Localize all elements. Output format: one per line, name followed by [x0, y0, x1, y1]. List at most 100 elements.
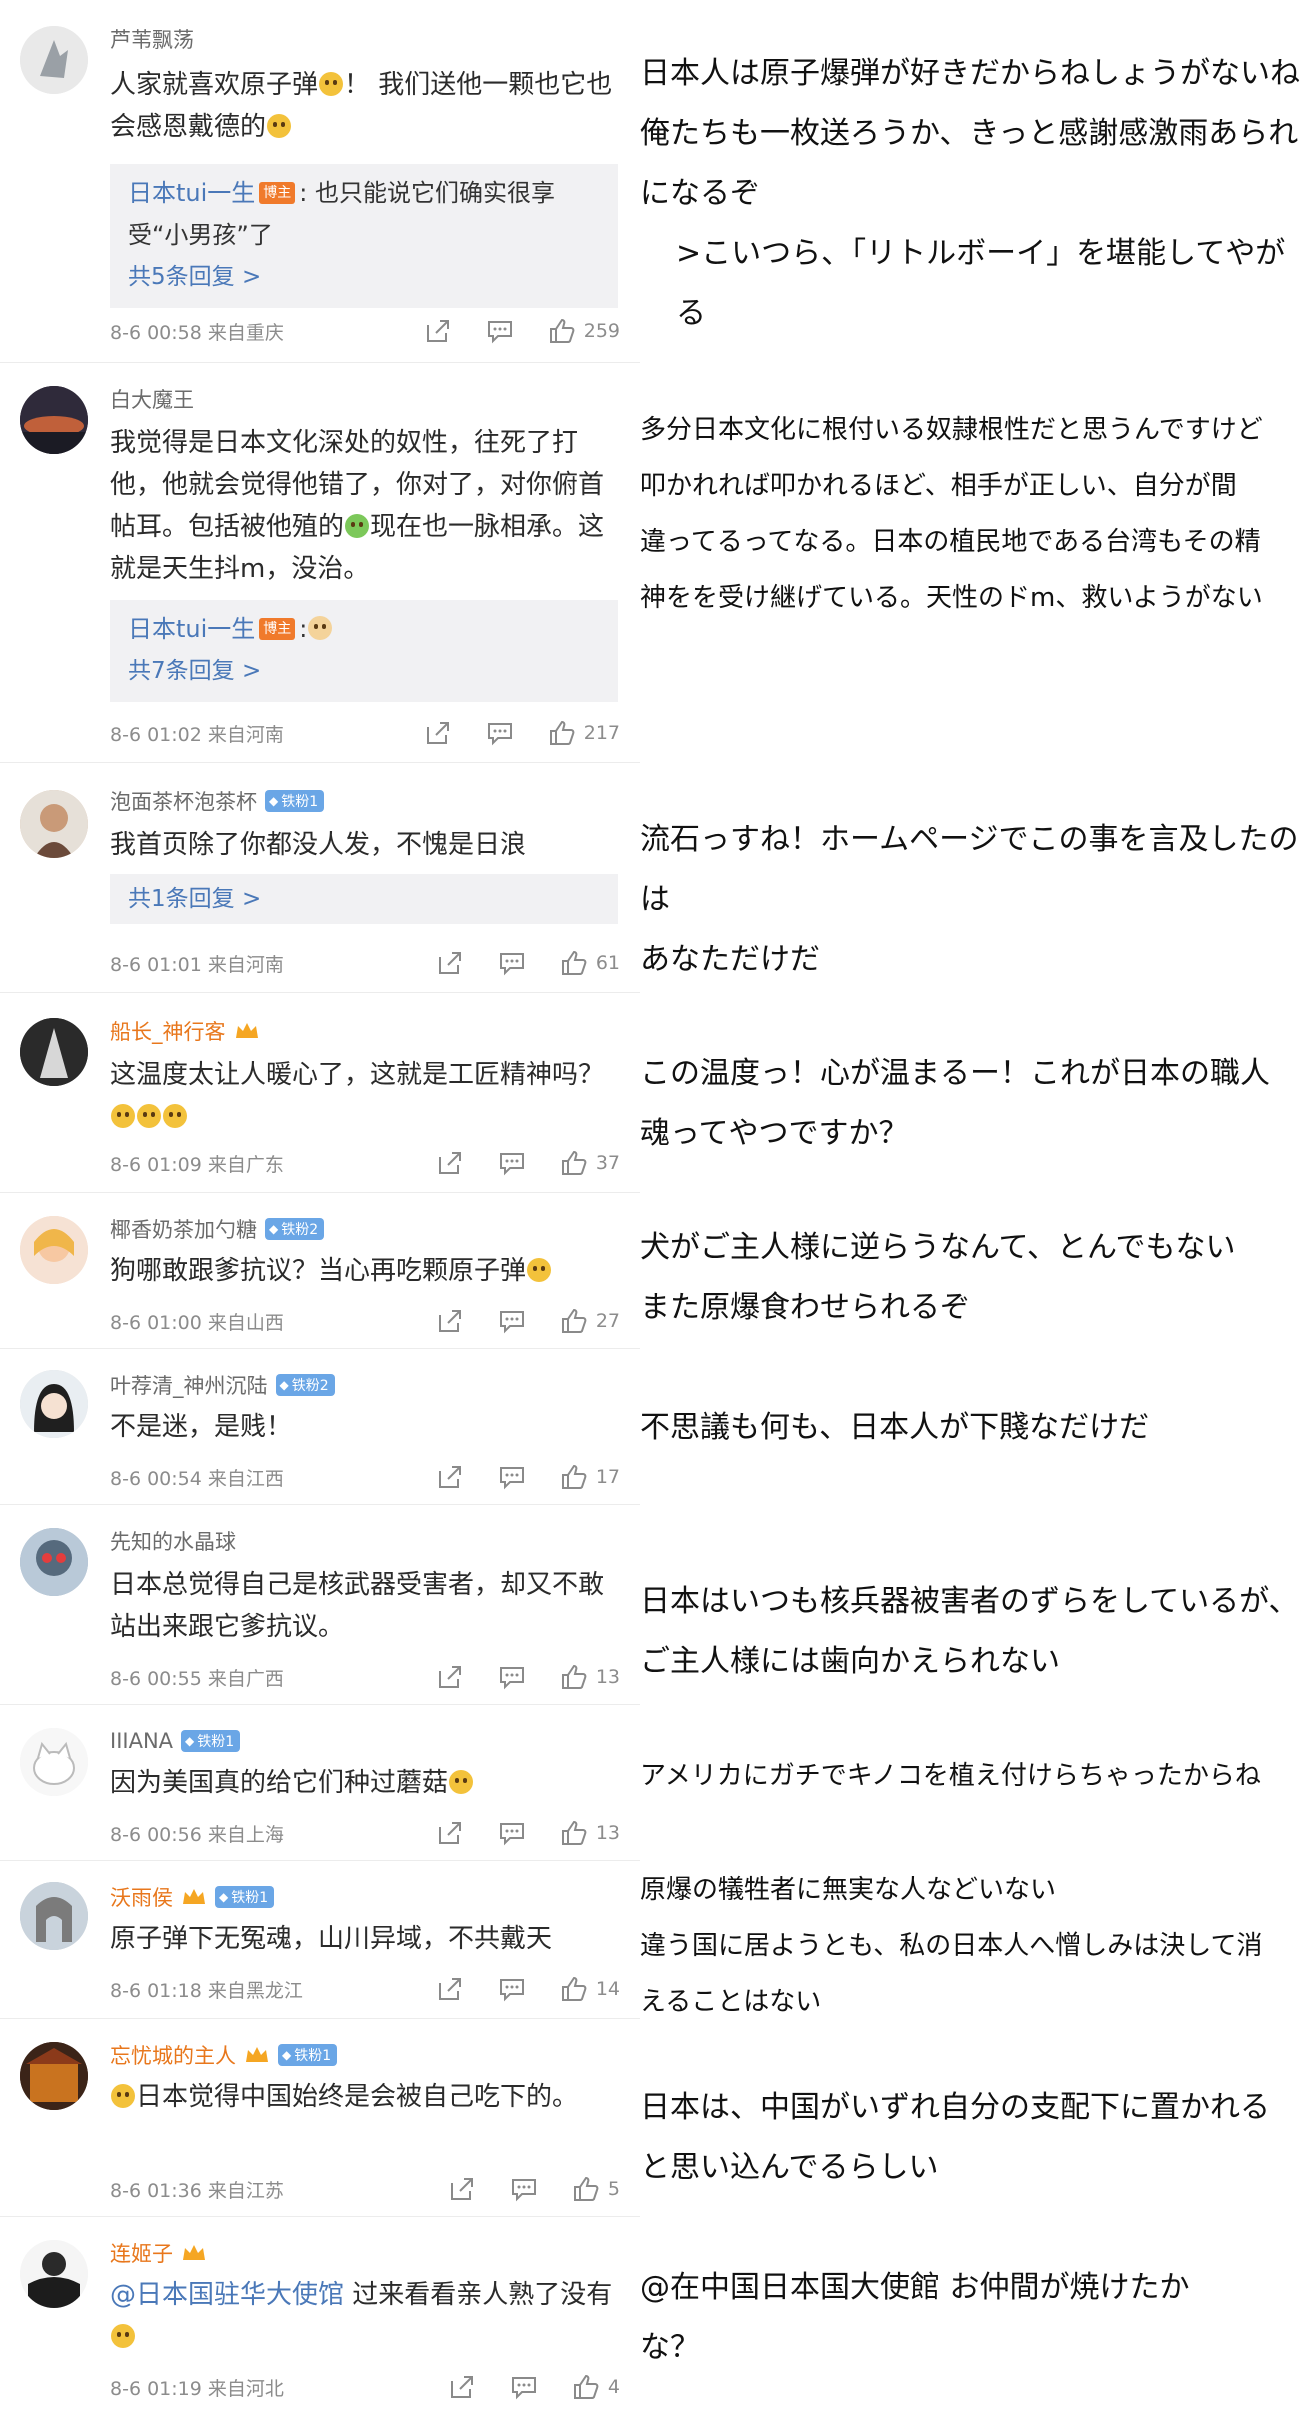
avatar[interactable] — [20, 790, 88, 858]
comment-icon[interactable] — [498, 1975, 526, 2003]
comment-icon[interactable] — [498, 1307, 526, 1335]
share-icon[interactable] — [436, 1663, 464, 1691]
comment-header: 椰香奶茶加勺糖 ◆ 铁粉2 — [110, 1214, 325, 1244]
comment-icon[interactable] — [510, 2373, 538, 2401]
crown-icon — [183, 2245, 205, 2260]
share-icon[interactable] — [436, 1463, 464, 1491]
timestamp-location: 8-6 01:01 来自河南 — [110, 953, 284, 976]
like-button[interactable]: 5 — [572, 2175, 620, 2203]
comment-item: 先知的水晶球 日本总觉得自己是核武器受害者，却又不敢站出来跟它爹抗议。 8-6 … — [0, 1504, 640, 1705]
timestamp-location: 8-6 00:54 来自江西 — [110, 1467, 284, 1490]
share-icon[interactable] — [436, 1307, 464, 1335]
username[interactable]: 沃雨侯 — [110, 1882, 173, 1912]
crown-icon — [183, 1889, 205, 1904]
share-icon[interactable] — [436, 1975, 464, 2003]
like-icon — [561, 1664, 587, 1689]
translation-line: 魂ってやつですか？ — [640, 1116, 909, 1151]
avatar[interactable] — [20, 1370, 88, 1438]
comment-icon[interactable] — [498, 1463, 526, 1491]
username[interactable]: 泡面茶杯泡茶杯 — [110, 786, 257, 816]
reply-author[interactable]: 日本tui一生 — [128, 615, 255, 643]
avatar[interactable] — [20, 2240, 88, 2308]
reply-box[interactable]: 日本tui一生 博主: 共7条回复 > — [110, 600, 618, 702]
comment-meta: 8-6 00:56 来自上海 13 — [110, 1818, 620, 1848]
username[interactable]: IIIANA — [110, 1729, 173, 1753]
like-button[interactable]: 27 — [560, 1307, 620, 1335]
username[interactable]: 船长_神行客 — [110, 1016, 226, 1046]
like-button[interactable]: 17 — [560, 1463, 620, 1491]
comment-header: 忘忧城的主人 ◆ 铁粉1 — [110, 2040, 338, 2070]
action-bar: 17 — [436, 1463, 620, 1491]
comment-meta: 8-6 01:36 来自江苏 5 — [110, 2174, 620, 2204]
avatar[interactable] — [20, 386, 88, 454]
like-button[interactable]: 37 — [560, 1149, 620, 1177]
like-button[interactable]: 61 — [560, 949, 620, 977]
comment-text: 我首页除了你都没人发，不愧是日浪 — [110, 830, 527, 860]
timestamp-location: 8-6 01:02 来自河南 — [110, 723, 284, 746]
comment-icon[interactable] — [498, 1819, 526, 1847]
like-icon — [573, 2374, 599, 2399]
comment-header: 泡面茶杯泡茶杯 ◆ 铁粉1 — [110, 786, 325, 816]
translation-column: 日本人は原子爆弾が好きだからねしょうがないね 俺たちも一枚送ろうか、きっと感謝感… — [640, 0, 1316, 2416]
avatar[interactable] — [20, 2042, 88, 2110]
comment-meta: 8-6 01:01 来自河南 61 — [110, 948, 620, 978]
translation-line: 違う国に居ようとも、私の日本人へ憎しみは決して消 — [640, 1931, 1263, 1961]
comment-icon[interactable] — [486, 317, 514, 345]
comment-icon[interactable] — [486, 719, 514, 747]
username[interactable]: 叶荐清_神州沉陆 — [110, 1370, 268, 1400]
avatar[interactable] — [20, 1018, 88, 1086]
like-button[interactable]: 13 — [560, 1819, 620, 1847]
comment-icon[interactable] — [498, 1149, 526, 1177]
comment-header: 白大魔王 — [110, 384, 194, 414]
like-button[interactable]: 217 — [548, 719, 620, 747]
share-icon[interactable] — [448, 2175, 476, 2203]
more-replies-link[interactable]: 共1条回复 > — [128, 878, 600, 920]
username[interactable]: 忘忧城的主人 — [110, 2040, 236, 2070]
username[interactable]: 白大魔王 — [110, 384, 194, 414]
username[interactable]: 连姬子 — [110, 2238, 173, 2268]
share-icon[interactable] — [436, 1819, 464, 1847]
more-replies-link[interactable]: 共7条回复 > — [128, 650, 600, 692]
share-icon[interactable] — [424, 719, 452, 747]
comment-header: IIIANA ◆ 铁粉1 — [110, 1726, 241, 1756]
like-button[interactable]: 14 — [560, 1975, 620, 2003]
username[interactable]: 椰香奶茶加勺糖 — [110, 1214, 257, 1244]
share-icon[interactable] — [424, 317, 452, 345]
action-bar: 14 — [436, 1975, 620, 2003]
share-icon[interactable] — [436, 1149, 464, 1177]
like-count: 37 — [595, 1152, 620, 1174]
username[interactable]: 先知的水晶球 — [110, 1526, 236, 1556]
mention-link[interactable]: @日本国驻华大使馆 — [110, 2280, 344, 2310]
avatar[interactable] — [20, 1216, 88, 1284]
timestamp-location: 8-6 00:55 来自广西 — [110, 1667, 284, 1690]
like-button[interactable]: 4 — [572, 2373, 620, 2401]
crown-icon — [235, 1023, 258, 1038]
avatar[interactable] — [20, 1528, 88, 1596]
comment-icon[interactable] — [498, 1663, 526, 1691]
timestamp-location: 8-6 01:09 来自广东 — [110, 1153, 284, 1176]
comment-icon[interactable] — [498, 949, 526, 977]
like-count: 13 — [595, 1666, 620, 1688]
avatar[interactable] — [20, 1728, 88, 1796]
comment-meta: 8-6 00:55 来自广西 13 — [110, 1662, 620, 1692]
reply-text: : — [299, 615, 308, 643]
like-button[interactable]: 13 — [560, 1663, 620, 1691]
share-icon[interactable] — [448, 2373, 476, 2401]
avatar[interactable] — [20, 1882, 88, 1950]
like-icon — [561, 1150, 587, 1175]
laugh-emoji-icon — [137, 1104, 161, 1128]
reply-preview: 日本tui一生 博主: 也只能说它们确实很享受“小男孩”了 — [128, 172, 600, 256]
reply-box[interactable]: 共1条回复 > — [110, 874, 618, 924]
username[interactable]: 芦苇飘荡 — [110, 24, 194, 54]
share-icon[interactable] — [436, 949, 464, 977]
like-button[interactable]: 259 — [548, 317, 620, 345]
reply-author[interactable]: 日本tui一生 — [128, 179, 255, 207]
avatar[interactable] — [20, 26, 88, 94]
comment-text: 人家就喜欢原子弹！ 我们送他一颗也它也会感恩戴德的 — [110, 70, 613, 142]
diamond-icon: ◆ — [219, 1890, 229, 1904]
reply-box[interactable]: 日本tui一生 博主: 也只能说它们确实很享受“小男孩”了 共5条回复 > — [110, 164, 618, 308]
timestamp-location: 8-6 01:36 来自江苏 — [110, 2179, 284, 2202]
comment-icon[interactable] — [510, 2175, 538, 2203]
translation-line: になるぞ — [640, 176, 760, 211]
more-replies-link[interactable]: 共5条回复 > — [128, 256, 600, 298]
